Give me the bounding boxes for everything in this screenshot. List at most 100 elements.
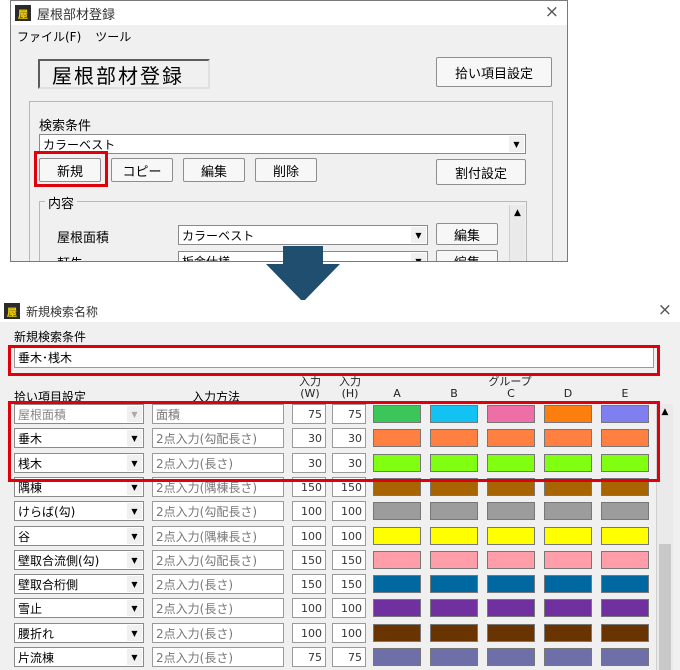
group-color-swatch[interactable] — [430, 648, 478, 666]
group-color-swatch[interactable] — [544, 527, 592, 545]
group-color-swatch[interactable] — [601, 478, 649, 496]
pick-item-combo[interactable]: 桟木 ▼ — [14, 453, 144, 473]
group-color-swatch[interactable] — [430, 429, 478, 447]
pick-item-combo[interactable]: 屋根面積 ▼ — [14, 404, 144, 424]
content-scrollbar[interactable]: ▲ — [509, 205, 525, 261]
input-h-field[interactable]: 100 — [332, 501, 366, 521]
chevron-down-icon[interactable]: ▼ — [127, 455, 142, 471]
input-h-field[interactable]: 150 — [332, 550, 366, 570]
chevron-down-icon[interactable]: ▼ — [127, 576, 142, 592]
group-color-swatch[interactable] — [373, 478, 421, 496]
input-h-field[interactable]: 75 — [332, 647, 366, 667]
group-color-swatch[interactable] — [544, 648, 592, 666]
chevron-down-icon[interactable]: ▼ — [127, 503, 142, 519]
scroll-up-icon[interactable]: ▲ — [657, 404, 673, 420]
group-color-swatch[interactable] — [487, 502, 535, 520]
new-condition-input[interactable]: 垂木･桟木 — [14, 346, 654, 368]
group-color-swatch[interactable] — [430, 551, 478, 569]
input-w-field[interactable]: 150 — [292, 574, 326, 594]
group-color-swatch[interactable] — [373, 648, 421, 666]
rows-scrollbar[interactable]: ▲ — [656, 404, 673, 670]
group-color-swatch[interactable] — [544, 454, 592, 472]
row-edit-button[interactable]: 編集 — [436, 250, 498, 261]
group-color-swatch[interactable] — [487, 575, 535, 593]
chevron-down-icon[interactable]: ▼ — [411, 227, 426, 243]
pick-item-combo[interactable]: 隅棟 ▼ — [14, 477, 144, 497]
search-combo[interactable]: カラーベスト ▼ — [39, 134, 526, 154]
chevron-down-icon[interactable]: ▼ — [509, 136, 524, 152]
group-color-swatch[interactable] — [487, 527, 535, 545]
group-color-swatch[interactable] — [544, 405, 592, 423]
close-icon[interactable]: × — [658, 300, 672, 320]
allocate-settings-button[interactable]: 割付設定 — [436, 159, 526, 185]
group-color-swatch[interactable] — [373, 429, 421, 447]
group-color-swatch[interactable] — [601, 527, 649, 545]
menu-tools[interactable]: ツール — [95, 28, 131, 45]
group-color-swatch[interactable] — [601, 502, 649, 520]
group-color-swatch[interactable] — [430, 405, 478, 423]
input-w-field[interactable]: 30 — [292, 453, 326, 473]
menu-file[interactable]: ファイル(F) — [17, 28, 81, 45]
input-w-field[interactable]: 150 — [292, 477, 326, 497]
group-color-swatch[interactable] — [430, 599, 478, 617]
group-color-swatch[interactable] — [373, 527, 421, 545]
group-color-swatch[interactable] — [430, 502, 478, 520]
group-color-swatch[interactable] — [544, 478, 592, 496]
chevron-down-icon[interactable]: ▼ — [127, 600, 142, 616]
group-color-swatch[interactable] — [544, 575, 592, 593]
group-color-swatch[interactable] — [430, 624, 478, 642]
chevron-down-icon[interactable]: ▼ — [127, 552, 142, 568]
group-color-swatch[interactable] — [373, 575, 421, 593]
pick-item-combo[interactable]: 壁取合桁側 ▼ — [14, 574, 144, 594]
group-color-swatch[interactable] — [544, 551, 592, 569]
group-color-swatch[interactable] — [487, 624, 535, 642]
chevron-down-icon[interactable]: ▼ — [127, 625, 142, 641]
pick-item-combo[interactable]: 腰折れ ▼ — [14, 623, 144, 643]
chevron-down-icon[interactable]: ▼ — [127, 430, 142, 446]
group-color-swatch[interactable] — [487, 648, 535, 666]
input-h-field[interactable]: 100 — [332, 623, 366, 643]
row-combo-roof-area[interactable]: カラーベスト ▼ — [178, 225, 428, 245]
group-color-swatch[interactable] — [487, 454, 535, 472]
edit-button[interactable]: 編集 — [183, 158, 245, 182]
input-w-field[interactable]: 150 — [292, 550, 326, 570]
input-h-field[interactable]: 30 — [332, 428, 366, 448]
input-h-field[interactable]: 75 — [332, 404, 366, 424]
input-w-field[interactable]: 100 — [292, 598, 326, 618]
group-color-swatch[interactable] — [487, 478, 535, 496]
input-h-field[interactable]: 100 — [332, 526, 366, 546]
input-w-field[interactable]: 100 — [292, 501, 326, 521]
group-color-swatch[interactable] — [430, 575, 478, 593]
pick-item-combo[interactable]: 谷 ▼ — [14, 526, 144, 546]
group-color-swatch[interactable] — [544, 624, 592, 642]
scroll-thumb[interactable] — [659, 544, 671, 670]
group-color-swatch[interactable] — [601, 454, 649, 472]
chevron-down-icon[interactable]: ▼ — [411, 253, 426, 261]
group-color-swatch[interactable] — [373, 551, 421, 569]
pick-item-combo[interactable]: 片流棟 ▼ — [14, 647, 144, 667]
pick-item-combo[interactable]: 壁取合流側(勾) ▼ — [14, 550, 144, 570]
chevron-down-icon[interactable]: ▼ — [127, 528, 142, 544]
input-h-field[interactable]: 150 — [332, 477, 366, 497]
group-color-swatch[interactable] — [373, 454, 421, 472]
group-color-swatch[interactable] — [487, 429, 535, 447]
group-color-swatch[interactable] — [601, 624, 649, 642]
input-w-field[interactable]: 100 — [292, 623, 326, 643]
group-color-swatch[interactable] — [487, 551, 535, 569]
group-color-swatch[interactable] — [487, 599, 535, 617]
group-color-swatch[interactable] — [373, 624, 421, 642]
group-color-swatch[interactable] — [373, 502, 421, 520]
group-color-swatch[interactable] — [373, 599, 421, 617]
pick-settings-button[interactable]: 拾い項目設定 — [436, 57, 552, 87]
group-color-swatch[interactable] — [487, 405, 535, 423]
group-color-swatch[interactable] — [430, 478, 478, 496]
pick-item-combo[interactable]: 雪止 ▼ — [14, 598, 144, 618]
close-icon[interactable]: × — [545, 2, 559, 22]
scroll-up-icon[interactable]: ▲ — [510, 205, 525, 221]
group-color-swatch[interactable] — [544, 599, 592, 617]
group-color-swatch[interactable] — [601, 405, 649, 423]
input-h-field[interactable]: 30 — [332, 453, 366, 473]
chevron-down-icon[interactable]: ▼ — [127, 649, 142, 665]
group-color-swatch[interactable] — [601, 599, 649, 617]
new-button[interactable]: 新規 — [39, 158, 101, 182]
